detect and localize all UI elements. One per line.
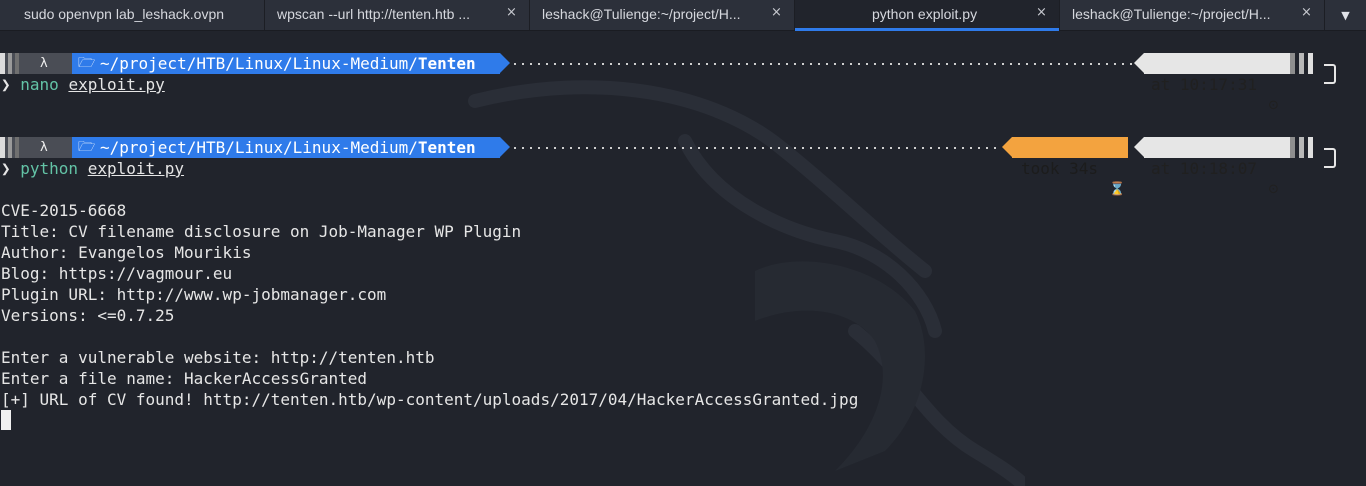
close-icon[interactable]: × [1301, 5, 1312, 20]
time-segment: at 10:18:07 ⊙ [1144, 137, 1290, 197]
command-argument: exploit.py [87, 159, 185, 178]
tab-label: leshack@Tulienge:~/project/H... [1072, 6, 1271, 22]
segment-separator [500, 53, 510, 73]
os-segment: λ [0, 137, 72, 158]
close-icon[interactable]: × [506, 5, 517, 20]
command-line: ❯ python exploit.py [1, 159, 185, 178]
directory-path: ~/project/HTB/Linux/Linux-Medium/ [100, 138, 418, 157]
prompt-frame [1324, 64, 1336, 84]
directory-current: Tenten [417, 138, 476, 157]
tab-leshack-1[interactable]: leshack@Tulienge:~/project/H... × [530, 0, 795, 30]
output-line: Title: CV filename disclosure on Job-Man… [1, 222, 522, 241]
prompt-bar: λ 🗁 ~/project/HTB/Linux/Linux-Medium/Ten… [0, 137, 1336, 197]
output-line: Enter a vulnerable website: http://tente… [1, 348, 435, 367]
lambda-icon: λ [40, 140, 48, 155]
directory-segment: 🗁 ~/project/HTB/Linux/Linux-Medium/Tente… [72, 53, 500, 74]
command-argument: exploit.py [68, 75, 165, 94]
output-line: Enter a file name: HackerAccessGranted [1, 369, 368, 388]
duration-text: took 34s [1021, 159, 1099, 178]
tab-leshack-2[interactable]: leshack@Tulienge:~/project/H... × [1060, 0, 1325, 30]
tab-bar: sudo openvpn lab_leshack.ovpn wpscan --u… [0, 0, 1366, 31]
kali-dragon-watermark [468, 80, 1025, 486]
directory-segment: 🗁 ~/project/HTB/Linux/Linux-Medium/Tente… [72, 137, 500, 158]
output-line: Blog: https://vagmour.eu [1, 264, 233, 283]
duration-segment: took 34s ⌛ [1012, 137, 1128, 197]
time-text: at 10:18:07 [1151, 159, 1257, 178]
output-line: Plugin URL: http://www.wp-jobmanager.com [1, 285, 387, 304]
folder-icon: 🗁 [78, 55, 96, 71]
chevron-down-icon[interactable]: ▼ [1325, 0, 1366, 30]
tab-python-exploit[interactable]: python exploit.py × [795, 0, 1060, 31]
lambda-icon: λ [40, 56, 48, 71]
terminal-area[interactable]: λ 🗁 ~/project/HTB/Linux/Linux-Medium/Ten… [0, 31, 1366, 486]
filler-dots [514, 63, 1136, 65]
tab-label: python exploit.py [872, 6, 978, 22]
output-line: [+] URL of CV found! http://tenten.htb/w… [1, 390, 859, 409]
tab-label: wpscan --url http://tenten.htb ... [277, 6, 470, 22]
clock-icon: ⊙ [1268, 182, 1279, 197]
segment-separator [1134, 137, 1144, 157]
tab-openvpn[interactable]: sudo openvpn lab_leshack.ovpn [0, 0, 265, 30]
hourglass-icon: ⌛ [1109, 182, 1126, 197]
command: python [20, 159, 79, 178]
filler-dots [514, 147, 1000, 149]
command-line: ❯ nano exploit.py [1, 75, 165, 94]
time-segment: at 10:17:31 ⊙ [1144, 53, 1290, 113]
clock-icon: ⊙ [1268, 98, 1279, 113]
os-segment: λ [0, 53, 72, 74]
text-cursor [1, 410, 11, 430]
segment-separator [1134, 53, 1144, 73]
segment-separator [500, 137, 510, 157]
segment-separator [1002, 137, 1012, 157]
close-icon[interactable]: × [1036, 5, 1047, 20]
close-icon[interactable]: × [771, 5, 782, 20]
prompt-frame [1324, 148, 1336, 168]
prompt-bar: λ 🗁 ~/project/HTB/Linux/Linux-Medium/Ten… [0, 53, 1336, 113]
prompt-tail [1290, 53, 1322, 74]
command: nano [20, 75, 59, 94]
time-text: at 10:17:31 [1151, 75, 1257, 94]
tab-wpscan[interactable]: wpscan --url http://tenten.htb ... × [265, 0, 530, 30]
folder-icon: 🗁 [78, 139, 96, 155]
prompt-tail [1290, 137, 1322, 158]
output-line: CVE-2015-6668 [1, 201, 127, 220]
directory-path: ~/project/HTB/Linux/Linux-Medium/ [100, 54, 418, 73]
tab-label: leshack@Tulienge:~/project/H... [542, 6, 741, 22]
directory-current: Tenten [417, 54, 476, 73]
output-line: Author: Evangelos Mourikis [1, 243, 252, 262]
tab-label: sudo openvpn lab_leshack.ovpn [24, 6, 225, 22]
output-line: Versions: <=0.7.25 [1, 306, 175, 325]
